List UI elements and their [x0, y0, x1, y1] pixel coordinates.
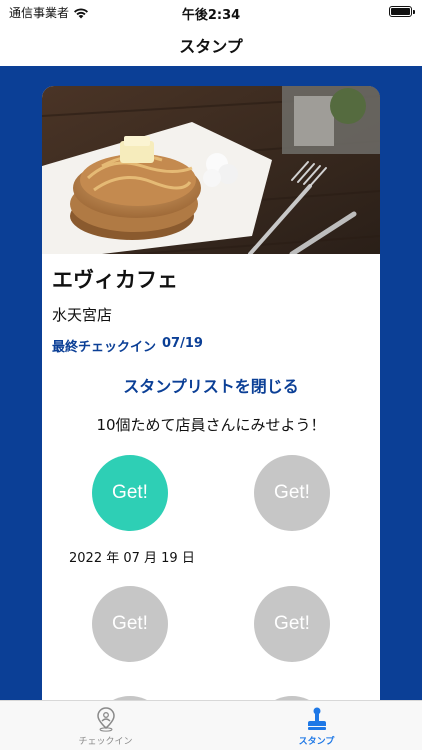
stamp-1[interactable]: Get! [92, 455, 168, 531]
tab-stamp-label: スタンプ [298, 737, 335, 747]
shop-photo [42, 86, 380, 254]
last-checkin: 最終チェックイン 07/19 [52, 336, 203, 355]
stamp-3[interactable]: Get! [92, 586, 168, 662]
shop-card: エヴィカフェ 水天宮店 最終チェックイン 07/19 スタンプリストを閉じる 1… [42, 86, 380, 726]
stamp-4[interactable]: Get! [254, 586, 330, 662]
shop-name: エヴィカフェ [52, 268, 178, 292]
close-stamp-list-button[interactable]: スタンプリストを閉じる [42, 373, 380, 397]
last-checkin-label: 最終チェックイン [52, 340, 157, 355]
tab-checkin-label: チェックイン [78, 737, 133, 747]
navigation-bar: スタンプ [0, 24, 422, 66]
status-time: 午後2:34 [181, 8, 241, 23]
tab-checkin[interactable]: チェックイン [0, 701, 211, 750]
stamp-1-date: 2022 年 07 月 19 日 [69, 551, 195, 566]
stamp-2[interactable]: Get! [254, 455, 330, 531]
map-pin-icon [96, 707, 115, 732]
battery-icon [389, 6, 415, 17]
shop-branch: 水天宮店 [52, 306, 113, 324]
tab-stamp[interactable]: スタンプ [211, 701, 422, 750]
tab-bar: チェックイン スタンプ [0, 700, 422, 750]
page-title: スタンプ [179, 37, 243, 56]
last-checkin-date: 07/19 [162, 336, 203, 351]
status-bar: 通信事業者 午後2:34 [0, 0, 422, 24]
stamp-icon [307, 707, 326, 730]
stamp-hint: 10個ためて店員さんにみせよう！ [96, 416, 326, 434]
